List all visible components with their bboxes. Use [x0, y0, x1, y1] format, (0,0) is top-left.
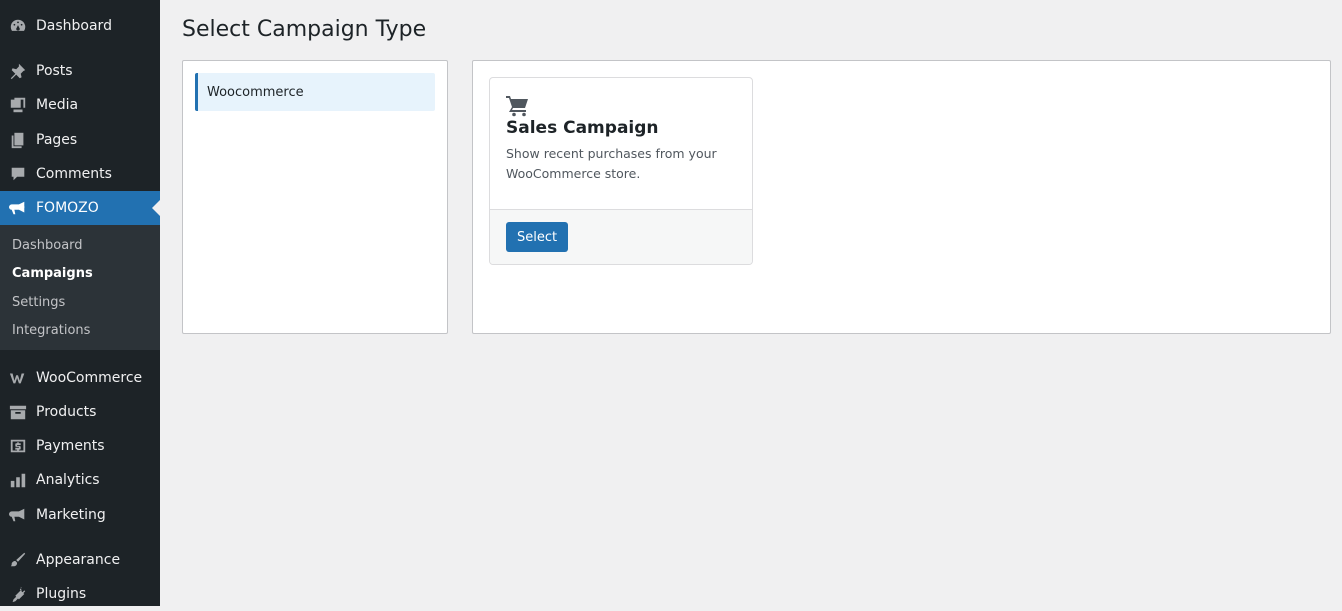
- menu-label: Marketing: [36, 507, 106, 523]
- menu-payments[interactable]: Payments: [0, 429, 160, 463]
- menu-label: WooCommerce: [36, 370, 143, 386]
- dollar-icon: [8, 436, 28, 456]
- menu-label: Pages: [36, 132, 78, 148]
- menu-marketing[interactable]: Marketing: [0, 498, 160, 532]
- submenu-dashboard[interactable]: Dashboard: [12, 238, 83, 253]
- menu-appearance[interactable]: Appearance: [0, 543, 160, 577]
- submenu-settings[interactable]: Settings: [12, 295, 65, 310]
- card-footer: Select: [490, 209, 752, 264]
- menu-media[interactable]: Media: [0, 88, 160, 122]
- menu-label: Appearance: [36, 552, 121, 568]
- menu-label: Analytics: [36, 472, 100, 488]
- pages-icon: [8, 130, 28, 150]
- menu-analytics[interactable]: Analytics: [0, 463, 160, 497]
- menu-label: Payments: [36, 438, 105, 454]
- woocommerce-icon: [8, 368, 28, 388]
- menu-label: Products: [36, 404, 97, 420]
- paintbrush-icon: [8, 550, 28, 570]
- campaign-card: Sales Campaign Show recent purchases fro…: [489, 77, 753, 265]
- card-description: Show recent purchases from your WooComme…: [506, 146, 717, 181]
- menu-label: Dashboard: [36, 18, 112, 34]
- menu-label: Comments: [36, 166, 112, 182]
- type-item-woocommerce[interactable]: Woocommerce: [195, 73, 435, 111]
- megaphone-icon: [8, 198, 28, 218]
- bar-chart-icon: [8, 470, 28, 490]
- menu-dashboard[interactable]: Dashboard: [0, 9, 160, 43]
- media-icon: [8, 95, 28, 115]
- menu-fomozo[interactable]: FOMOZO: [0, 191, 160, 225]
- plug-icon: [8, 584, 28, 604]
- campaign-options-panel: Sales Campaign Show recent purchases fro…: [472, 60, 1331, 334]
- menu-posts[interactable]: Posts: [0, 54, 160, 88]
- card-title: Sales Campaign: [506, 118, 659, 138]
- menu-products[interactable]: Products: [0, 395, 160, 429]
- submenu-campaigns[interactable]: Campaigns: [12, 266, 93, 281]
- comment-icon: [8, 164, 28, 184]
- menu-label: FOMOZO: [36, 200, 99, 216]
- menu-label: Posts: [36, 63, 73, 79]
- menu-comments[interactable]: Comments: [0, 157, 160, 191]
- menu-label: Media: [36, 97, 79, 113]
- fomozo-submenu: Dashboard Campaigns Settings Integration…: [0, 225, 160, 350]
- menu-label: Plugins: [36, 586, 87, 602]
- page-title: Select Campaign Type: [182, 17, 427, 42]
- pushpin-icon: [8, 61, 28, 81]
- dashboard-icon: [8, 16, 28, 36]
- submenu-integrations[interactable]: Integrations: [12, 323, 90, 338]
- menu-pages[interactable]: Pages: [0, 123, 160, 157]
- select-button[interactable]: Select: [506, 222, 569, 252]
- megaphone-icon: [8, 505, 28, 525]
- admin-sidebar: Dashboard Posts Media Pages Comments FOM…: [0, 0, 160, 606]
- campaign-type-list: Woocommerce: [182, 60, 448, 334]
- archive-box-icon: [8, 402, 28, 422]
- menu-woocommerce[interactable]: WooCommerce: [0, 361, 160, 395]
- cart-icon: [506, 95, 530, 117]
